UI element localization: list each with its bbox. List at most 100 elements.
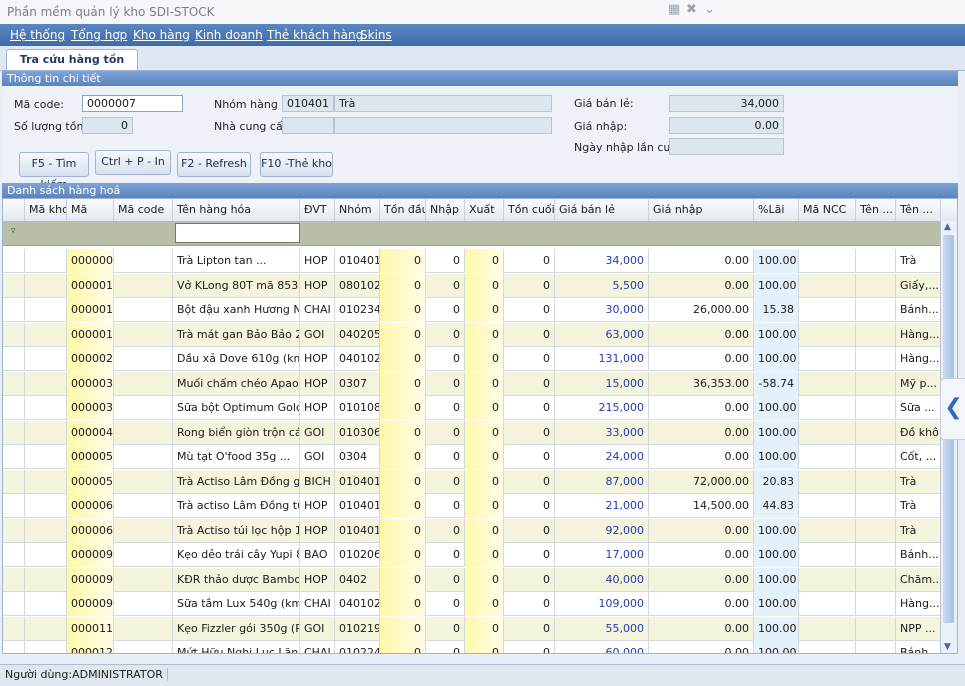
- table-cell: [25, 322, 67, 347]
- stock-card-button[interactable]: F10 -Thẻ kho: [260, 152, 333, 177]
- menu-skins[interactable]: Skins: [360, 28, 392, 42]
- table-cell: BAO: [300, 543, 335, 567]
- col-header[interactable]: Nhập: [426, 199, 465, 221]
- table-cell: GOI: [300, 322, 335, 347]
- row-indicator[interactable]: [3, 322, 25, 347]
- table-cell: 0: [465, 567, 504, 592]
- menu-the-khach-hang[interactable]: Thẻ khách hàng: [267, 28, 363, 42]
- table-row[interactable]: 0000095KĐR thảo dược Bamboo...HOP0402000…: [3, 567, 957, 592]
- table-row[interactable]: 0000016Vở KLong 80T mã 853 ...HOP0801020…: [3, 273, 957, 298]
- col-header[interactable]: Tồn đầu: [380, 199, 426, 221]
- table-cell: 0: [380, 249, 426, 273]
- table-cell: 0: [426, 592, 465, 616]
- table-row[interactable]: 0000007Trà Lipton tan ...HOP010401000034…: [3, 249, 957, 273]
- table-cell: 24,000: [555, 445, 649, 469]
- table-cell: 0: [465, 347, 504, 371]
- row-indicator[interactable]: [3, 469, 25, 494]
- table-cell: 010206: [335, 543, 380, 567]
- ma-code-input[interactable]: 0000007: [82, 95, 183, 112]
- table-row[interactable]: 0000122 Mứt Hữu Nghị Lục Lăng...CHAI01022…: [3, 641, 957, 653]
- table-cell: 0: [504, 518, 555, 543]
- row-indicator[interactable]: [3, 396, 25, 420]
- table-row[interactable]: 0000032Muối chấm chéo Apao H...HOP030700…: [3, 371, 957, 396]
- table-cell: [114, 273, 173, 298]
- table-row[interactable]: 0000058 Trà Actiso Lâm Đồng gó...BICH0104…: [3, 469, 957, 494]
- table-row[interactable]: 0000065Trà Actiso túi lọc hộp 1...HOP010…: [3, 518, 957, 543]
- filter-icon[interactable]: ▿: [11, 226, 16, 236]
- row-indicator[interactable]: [3, 616, 25, 641]
- row-indicator[interactable]: [3, 249, 25, 273]
- table-cell: 100.00: [754, 616, 799, 641]
- col-header[interactable]: ĐVT: [300, 199, 335, 221]
- col-header[interactable]: Mã code: [114, 199, 173, 221]
- ma-code-label: Mã code:: [14, 98, 64, 111]
- row-indicator[interactable]: [3, 273, 25, 298]
- table-cell: Trà Lipton tan ...: [173, 249, 300, 273]
- row-indicator[interactable]: [3, 518, 25, 543]
- chevron-down-icon[interactable]: ⌄: [704, 2, 715, 17]
- collapse-icon[interactable]: ✖: [686, 2, 697, 17]
- row-indicator[interactable]: [3, 347, 25, 371]
- col-header[interactable]: Giá nhập: [649, 199, 754, 221]
- row-indicator[interactable]: [3, 420, 25, 445]
- col-header[interactable]: Mã: [67, 199, 114, 221]
- table-row[interactable]: 0000063 Trà actiso Lâm Đồng túi...HOP0104…: [3, 494, 957, 518]
- table-cell: 0402: [335, 567, 380, 592]
- table-cell: 0: [426, 273, 465, 298]
- table-row[interactable]: 0000017 Bột đậu xanh Hương N...CHAI010234…: [3, 298, 957, 322]
- row-indicator[interactable]: [3, 494, 25, 518]
- table-cell: [25, 371, 67, 396]
- table-row[interactable]: 0000090 Kẹo dẻo trái cây Yupi 8...BAO0102…: [3, 543, 957, 567]
- col-header[interactable]: Tên hàng hóa: [173, 199, 300, 221]
- table-cell: 0000114: [67, 616, 114, 641]
- col-header[interactable]: Nhóm: [335, 199, 380, 221]
- gia-nhap-label: Giá nhập:: [574, 120, 628, 133]
- row-indicator[interactable]: [3, 298, 25, 322]
- row-indicator[interactable]: [3, 371, 25, 396]
- col-header[interactable]: Mã kho: [25, 199, 67, 221]
- table-cell: 0000122: [67, 641, 114, 653]
- print-button[interactable]: Ctrl + P - In: [95, 150, 171, 175]
- table-row[interactable]: 0000114 Kẹo Fizzler gói 350g (P...GOI0102…: [3, 616, 957, 641]
- table-cell: [25, 298, 67, 322]
- col-header[interactable]: Tồn cuối: [504, 199, 555, 221]
- table-row[interactable]: 0000096 Sữa tắm Lux 540g (km) ...CHAI0401…: [3, 592, 957, 616]
- col-header[interactable]: Mã NCC: [799, 199, 856, 221]
- row-indicator[interactable]: [3, 445, 25, 469]
- side-panel-toggle-icon[interactable]: ❮: [940, 378, 965, 440]
- table-row[interactable]: 0000056Mù tạt O'food 35g ...GOI030400002…: [3, 445, 957, 469]
- col-header[interactable]: %Lãi: [754, 199, 799, 221]
- table-row[interactable]: 0000043 Rong biển giòn trộn các...GOI0103…: [3, 420, 957, 445]
- col-header[interactable]: Tên ...: [856, 199, 896, 221]
- col-header[interactable]: Giá bán lẻ: [555, 199, 649, 221]
- filter-ten-hang-input[interactable]: [175, 223, 300, 243]
- row-indicator[interactable]: [3, 592, 25, 616]
- table-row[interactable]: 0000018 Trà mát gan Bảo Bảo 2...GOI040205…: [3, 322, 957, 347]
- table-cell: [25, 273, 67, 298]
- menu-kho-hang[interactable]: Kho hàng: [133, 28, 190, 42]
- scroll-up-icon[interactable]: ▲: [944, 222, 951, 232]
- table-cell: Trà: [896, 249, 941, 273]
- menu-kinh-doanh[interactable]: Kinh doanh: [195, 28, 263, 42]
- col-header[interactable]: Tên ...: [896, 199, 941, 221]
- menu-he-thong[interactable]: Hệ thống: [10, 28, 65, 42]
- table-cell: 15,000: [555, 371, 649, 396]
- scroll-down-icon[interactable]: ▼: [944, 642, 951, 652]
- col-header[interactable]: Xuất: [465, 199, 504, 221]
- table-cell: 010219: [335, 616, 380, 641]
- table-cell: 0: [380, 273, 426, 298]
- refresh-button[interactable]: F2 - Refresh: [177, 152, 251, 177]
- row-indicator[interactable]: [3, 543, 25, 567]
- table-cell: [799, 249, 856, 273]
- table-cell: 010401: [335, 469, 380, 494]
- menu-tong-hop[interactable]: Tổng hợp: [71, 28, 127, 42]
- grid-icon[interactable]: ▦: [668, 2, 680, 17]
- table-cell: 0000065: [67, 518, 114, 543]
- search-button[interactable]: F5 - Tìm kiếm: [19, 152, 89, 191]
- tab-tra-cuu[interactable]: Tra cứu hàng tồn kho: [6, 49, 138, 86]
- row-indicator[interactable]: [3, 641, 25, 653]
- row-indicator[interactable]: [3, 567, 25, 592]
- table-row[interactable]: 0000024 Dầu xả Dove 610g (km)...HOP040102…: [3, 347, 957, 371]
- table-cell: 0000032: [67, 371, 114, 396]
- table-row[interactable]: 0000037 Sữa bột Optimum Gold ...HOP010108…: [3, 396, 957, 420]
